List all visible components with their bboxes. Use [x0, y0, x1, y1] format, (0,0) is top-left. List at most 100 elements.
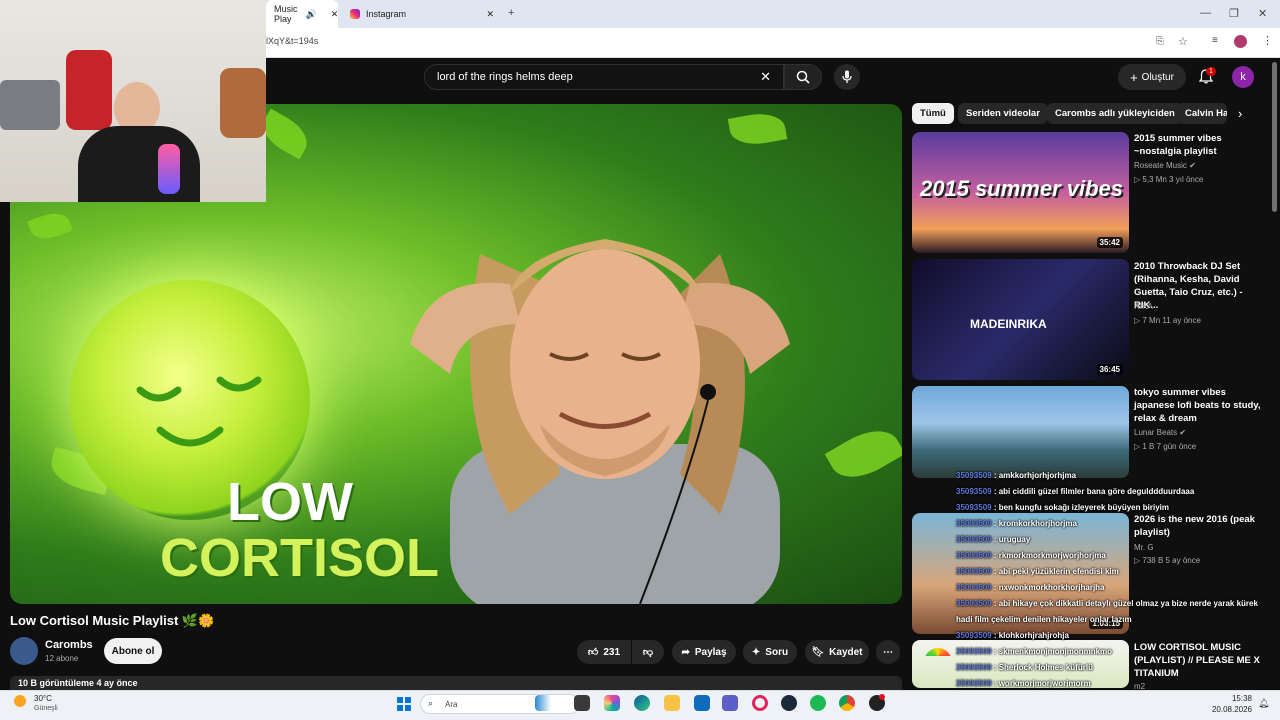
recommendation-thumbnail[interactable]: MADEINRIKA 36:45	[912, 259, 1129, 380]
copilot-icon[interactable]	[604, 695, 620, 711]
bookmark-star-icon[interactable]: ☆	[1178, 35, 1188, 48]
recommendation-title[interactable]: 2010 Throwback DJ Set (Rihanna, Kesha, D…	[1134, 260, 1268, 312]
tab-instagram[interactable]: Instagram ✕	[342, 0, 502, 28]
thumbnail-text: 2015 summer vibes	[920, 176, 1124, 201]
chat-username: 35093509	[956, 535, 992, 544]
share-button[interactable]: ➦ Paylaş	[672, 640, 736, 664]
subscribe-button[interactable]: Abone ol	[104, 638, 162, 664]
close-window-button[interactable]: ✕	[1258, 7, 1267, 20]
video-description-box[interactable]: 10 B görüntüleme 4 ay önce	[10, 676, 902, 690]
recommendation-thumbnail[interactable]	[912, 386, 1129, 478]
windows-start-icon[interactable]	[397, 697, 411, 711]
chip-calvin[interactable]: Calvin Ha	[1177, 103, 1227, 124]
recommendation-title[interactable]: tokyo summer vibes japanese lofi beats t…	[1134, 386, 1268, 425]
like-count: 231	[603, 646, 621, 658]
new-tab-button[interactable]: +	[508, 7, 514, 19]
chat-username: 35093509	[956, 679, 992, 688]
spotify-icon[interactable]	[810, 695, 826, 711]
save-button[interactable]: 🔖︎ Kaydet	[805, 640, 869, 664]
voice-search-button[interactable]	[834, 64, 860, 90]
chat-text: : workmorjmorjworjmorm	[991, 679, 1091, 688]
browser-menu-icon[interactable]: ⋮	[1262, 34, 1273, 47]
weather-temperature[interactable]: 30°C	[34, 694, 52, 703]
search-label: Ara	[445, 699, 458, 709]
chat-username: 35093509	[956, 599, 992, 608]
clock-date[interactable]: 20.08.2026	[1200, 705, 1252, 714]
install-icon[interactable]: ⎘	[1156, 36, 1164, 47]
verified-icon: ✔	[1179, 428, 1187, 437]
thumbnail-title-text: LOW CORTISOL	[160, 474, 439, 586]
chat-message: 35093509 : uruguay	[956, 535, 1030, 544]
recommendation-channel[interactable]: Lunar Beats ✔	[1134, 428, 1186, 437]
steam-icon[interactable]	[781, 695, 797, 711]
recommendation-channel[interactable]: Roseate Music ✔	[1134, 161, 1196, 170]
more-icon: ⋯	[883, 646, 893, 658]
recommendation-thumbnail[interactable]: 2015 summer vibes 35:42	[912, 132, 1129, 253]
search-input[interactable]: lord of the rings helms deep ✕	[424, 64, 784, 90]
search-icon	[796, 70, 810, 84]
taskbar-search-input[interactable]: Ara	[420, 694, 580, 714]
chat-text: hadi film çekelim denilen hikayeler onla…	[956, 615, 1132, 624]
weather-condition: Güneşli	[34, 705, 58, 712]
dislike-button[interactable]: 👎︎	[632, 640, 664, 664]
recommendation-channel[interactable]: RIKA	[1134, 302, 1153, 311]
chrome-icon[interactable]	[839, 695, 855, 711]
maximize-button[interactable]: ❐	[1229, 7, 1239, 20]
chat-text: : abi ciddili güzel filmler bana göre de…	[991, 487, 1195, 496]
more-actions-button[interactable]: ⋯	[876, 640, 900, 664]
chip-series[interactable]: Seriden videolar	[958, 103, 1048, 124]
thumbs-down-icon: 👎︎	[642, 647, 654, 658]
tab-music-playlist[interactable]: Music Play 🔊 ✕	[266, 0, 338, 28]
verified-icon: ✔	[1189, 161, 1196, 170]
outlook-icon[interactable]	[694, 695, 710, 711]
recommendation-title[interactable]: 2026 is the new 2016 (peak playlist)	[1134, 513, 1268, 539]
clear-search-icon[interactable]: ✕	[760, 69, 771, 85]
file-explorer-icon[interactable]	[664, 695, 680, 711]
search-button[interactable]	[784, 64, 822, 90]
url-field[interactable]: lXqY&t=194s	[266, 36, 318, 46]
chat-username: 35093509	[956, 567, 992, 576]
recommendation-channel[interactable]: Mr. G	[1134, 543, 1154, 552]
channel-name[interactable]: Carombs	[45, 639, 93, 651]
create-label: Oluştur	[1141, 71, 1174, 83]
channel-avatar[interactable]	[10, 637, 38, 665]
notification-bell-icon[interactable]: 🔔︎	[1258, 698, 1269, 709]
profile-avatar[interactable]	[1234, 35, 1247, 48]
chat-message: 35093509 : kromkorkhorjhorjma	[956, 519, 1077, 528]
chevron-right-icon[interactable]: ›	[1238, 106, 1242, 121]
share-icon: ➦	[681, 646, 690, 658]
chat-message: 35093509 : ben kungfu sokağı izleyerek b…	[956, 503, 1169, 512]
chat-text: : skmenkmonjmonjmonmnkmo	[991, 647, 1113, 656]
chat-message: 35093509 : skmenkmonjmonjmonmnkmo	[956, 647, 1112, 656]
ask-button[interactable]: ✦ Soru	[743, 640, 797, 664]
duration-badge: 35:42	[1096, 237, 1123, 248]
account-avatar[interactable]: k	[1232, 66, 1254, 88]
opera-icon[interactable]	[752, 695, 768, 711]
page-scrollbar[interactable]	[1272, 62, 1277, 212]
close-tab-icon[interactable]: ✕	[486, 9, 494, 20]
recommendation-title[interactable]: LOW CORTISOL MUSIC (PLAYLIST) // PLEASE …	[1134, 641, 1268, 680]
sun-icon[interactable]	[14, 695, 26, 707]
channel-name: Lunar Beats	[1134, 428, 1178, 437]
chat-text: : Sherlock Holmes küfürlü	[991, 663, 1093, 672]
sofa-image	[0, 80, 60, 130]
chip-uploader[interactable]: Carombs adlı yükleyiciden	[1047, 103, 1183, 124]
task-view-icon[interactable]	[574, 695, 590, 711]
plus-icon: +	[1130, 69, 1138, 85]
clock-time[interactable]: 15:38	[1208, 694, 1252, 703]
chat-text: : amkkorhjorhjorhjma	[991, 471, 1077, 480]
minimize-button[interactable]: —	[1200, 7, 1211, 19]
edge-icon[interactable]	[634, 695, 650, 711]
close-tab-icon[interactable]: ✕	[331, 9, 339, 20]
duration-badge: 36:45	[1096, 364, 1123, 375]
microphone-icon	[842, 70, 852, 83]
chat-message: 35093509 : klohkorhjrahjrohja	[956, 631, 1069, 640]
like-button[interactable]: 👍︎ 231	[577, 640, 631, 664]
relaxed-man-image	[410, 239, 790, 604]
teams-icon[interactable]	[722, 695, 738, 711]
chat-text: : klohkorhjrahjrohja	[991, 631, 1069, 640]
chip-all[interactable]: Tümü	[912, 103, 954, 124]
media-control-icon[interactable]: ≡	[1212, 35, 1218, 46]
create-button[interactable]: + Oluştur	[1118, 64, 1186, 90]
recommendation-title[interactable]: 2015 summer vibes ~nostalgia playlist	[1134, 132, 1268, 158]
